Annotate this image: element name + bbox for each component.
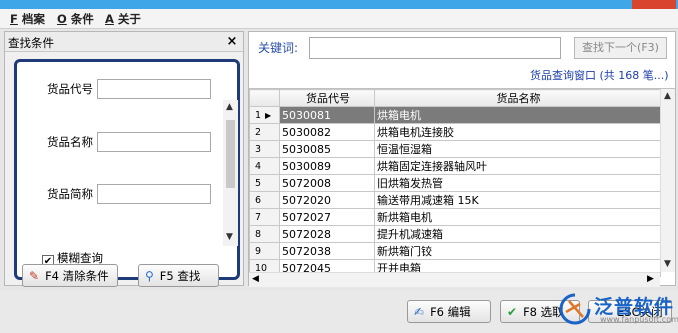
- checkmark-icon: ✔: [507, 304, 518, 319]
- table-row[interactable]: 3 5030085 恒温恒湿箱: [249, 140, 661, 158]
- column-header-name[interactable]: 货品名称: [374, 89, 661, 107]
- table-row[interactable]: 2 5030082 烘箱电机连接胶: [249, 123, 661, 141]
- row-number-cell: 4: [249, 157, 280, 175]
- short-name-label: 货品简称: [47, 187, 93, 201]
- name-cell[interactable]: 烘箱固定连接器轴风叶: [374, 157, 661, 175]
- name-input[interactable]: [97, 132, 211, 152]
- results-panel: 关键词: 查找下一个(F3) 货品查询窗口 (共 168 笔...) 货品代号 …: [248, 31, 676, 287]
- results-table: 货品代号 货品名称 1 ▶ 5030081 烘箱电机 2 5030082 烘箱电机连接胶 3 5…: [249, 89, 661, 277]
- code-cell[interactable]: 5030081: [279, 106, 375, 124]
- row-number-cell: 7: [249, 208, 280, 226]
- menu-conditions[interactable]: O 条件: [57, 11, 94, 27]
- grid-vertical-scrollbar[interactable]: ▲ ▼: [660, 89, 675, 272]
- code-label: 货品代号: [47, 82, 93, 96]
- name-label: 货品名称: [47, 135, 93, 149]
- scroll-down-icon[interactable]: ▼: [664, 259, 671, 269]
- name-cell[interactable]: 新烘箱门铰: [374, 242, 661, 260]
- menu-file[interactable]: F 档案: [10, 11, 45, 27]
- table-row[interactable]: 7 5072027 新烘箱电机: [249, 208, 661, 226]
- scroll-right-icon[interactable]: ▶: [647, 274, 654, 284]
- conditions-scrollbar[interactable]: ▲ ▼: [223, 100, 238, 246]
- scroll-thumb[interactable]: [226, 120, 235, 188]
- find-button[interactable]: ⚲ F5 查找: [138, 264, 219, 287]
- window-close-button[interactable]: [632, 0, 676, 9]
- panel-title: 查找条件: [8, 36, 54, 50]
- table-row[interactable]: 4 5030089 烘箱固定连接器轴风叶: [249, 157, 661, 175]
- current-row-icon: ▶: [265, 110, 272, 120]
- row-number-header: [249, 89, 280, 107]
- name-cell[interactable]: 输送带用减速箱 15K: [374, 191, 661, 209]
- keyword-label: 关键词:: [258, 41, 299, 55]
- code-cell[interactable]: 5072028: [279, 225, 375, 243]
- table-row[interactable]: 8 5072028 提升机减速箱: [249, 225, 661, 243]
- scroll-up-icon[interactable]: ▲: [226, 102, 233, 112]
- table-row[interactable]: 6 5072020 输送带用减速箱 15K: [249, 191, 661, 209]
- name-cell[interactable]: 提升机减速箱: [374, 225, 661, 243]
- menu-bar: F 档案 O 条件 A 关于: [0, 9, 678, 29]
- grid-horizontal-scrollbar[interactable]: ◀ ▶: [249, 272, 660, 287]
- code-cell[interactable]: 5030082: [279, 123, 375, 141]
- name-cell[interactable]: 恒温恒湿箱: [374, 140, 661, 158]
- code-input[interactable]: [97, 79, 211, 99]
- scroll-left-icon[interactable]: ◀: [252, 274, 259, 284]
- code-cell[interactable]: 5030089: [279, 157, 375, 175]
- code-cell[interactable]: 5072008: [279, 174, 375, 192]
- row-number-cell: 5: [249, 174, 280, 192]
- name-cell[interactable]: 烘箱电机连接胶: [374, 123, 661, 141]
- row-number-cell: 8: [249, 225, 280, 243]
- row-number-cell: 6: [249, 191, 280, 209]
- keyword-input[interactable]: [309, 37, 561, 59]
- results-grid: 货品代号 货品名称 1 ▶ 5030081 烘箱电机 2 5030082 烘箱电机连接胶 3 5…: [249, 88, 675, 287]
- name-cell[interactable]: 旧烘箱发热管: [374, 174, 661, 192]
- scroll-down-icon[interactable]: ▼: [226, 232, 233, 242]
- row-number-cell: 1 ▶: [249, 106, 280, 124]
- title-bar: [0, 0, 678, 9]
- code-cell[interactable]: 5030085: [279, 140, 375, 158]
- logo-url: www.fanpusoft.com: [600, 315, 678, 324]
- clear-conditions-button[interactable]: ✎ F4 清除条件: [22, 264, 118, 287]
- row-number-cell: 9: [249, 242, 280, 260]
- edit-button[interactable]: ✍ F6 编辑: [407, 300, 491, 323]
- edit-icon: ✍: [414, 304, 425, 319]
- magnifier-icon: ⚲: [145, 268, 154, 283]
- table-row[interactable]: 1 ▶ 5030081 烘箱电机: [249, 106, 661, 124]
- menu-about[interactable]: A 关于: [105, 11, 141, 27]
- name-cell[interactable]: 新烘箱电机: [374, 208, 661, 226]
- table-row[interactable]: 9 5072038 新烘箱门铰: [249, 242, 661, 260]
- window-info-text: 货品查询窗口 (共 168 笔...): [530, 69, 669, 82]
- name-cell[interactable]: 烘箱电机: [374, 106, 661, 124]
- scroll-up-icon[interactable]: ▲: [664, 91, 671, 101]
- code-cell[interactable]: 5072027: [279, 208, 375, 226]
- code-cell[interactable]: 5072020: [279, 191, 375, 209]
- conditions-box: 货品代号 货品名称 货品简称 ▲ ▼ ✔ 模糊查询 ✎ F4 清除条件 ⚲ F5 查找: [14, 59, 240, 287]
- company-logo: 泛普软件 www.fanpusoft.com: [555, 289, 678, 329]
- column-header-code[interactable]: 货品代号: [279, 89, 375, 107]
- panel-header: 查找条件 ×: [5, 32, 243, 52]
- header-row: 货品代号 货品名称: [249, 89, 661, 107]
- row-number-cell: 3: [249, 140, 280, 158]
- fuzzy-search-label: 模糊查询: [57, 251, 103, 265]
- panel-close-icon[interactable]: ×: [224, 34, 240, 49]
- logo-icon: [559, 293, 591, 325]
- eraser-icon: ✎: [29, 268, 40, 283]
- row-number-cell: 2: [249, 123, 280, 141]
- short-name-input[interactable]: [97, 184, 211, 204]
- table-row[interactable]: 5 5072008 旧烘箱发热管: [249, 174, 661, 192]
- search-conditions-panel: 查找条件 × 货品代号 货品名称 货品简称 ▲ ▼ ✔ 模糊查询 ✎ F4 清除条件…: [4, 31, 244, 287]
- find-next-button[interactable]: 查找下一个(F3): [574, 37, 667, 59]
- code-cell[interactable]: 5072038: [279, 242, 375, 260]
